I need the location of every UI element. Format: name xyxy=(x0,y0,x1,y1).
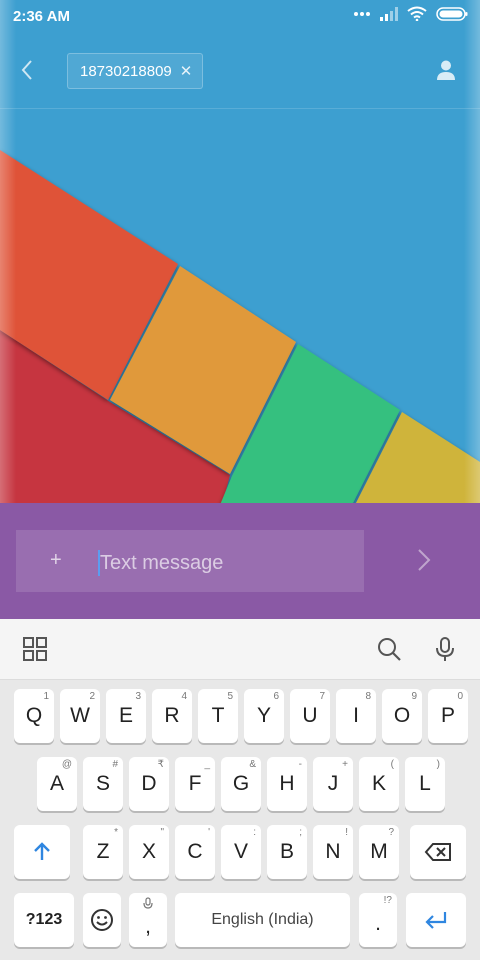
key-c[interactable]: ' C xyxy=(175,825,215,879)
keyboard-toolbar xyxy=(0,619,480,680)
key-x[interactable]: " X xyxy=(129,825,169,879)
keyboard: 1Q 2W 3E 4R 5T 6Y 7U 8I 9O 0P @ A # S ₹ D _… xyxy=(0,680,480,960)
more-dots-icon xyxy=(354,11,370,16)
key-u[interactable]: 7U xyxy=(290,689,330,743)
key-n[interactable]: ! N xyxy=(313,825,353,879)
key-b[interactable]: ; B xyxy=(267,825,307,879)
key-q[interactable]: 1Q xyxy=(14,689,54,743)
wifi-icon xyxy=(407,6,427,21)
back-button[interactable] xyxy=(14,56,42,84)
key-l[interactable]: ) L xyxy=(405,757,445,811)
key-s[interactable]: # S xyxy=(83,757,123,811)
signal-icon xyxy=(380,6,398,21)
key-m[interactable]: ? M xyxy=(359,825,399,879)
message-box: + xyxy=(16,530,364,592)
backspace-icon xyxy=(424,843,451,861)
backspace-key[interactable] xyxy=(410,825,466,879)
key-v[interactable]: :V xyxy=(221,825,261,879)
period-hint: !? xyxy=(383,895,392,906)
send-button[interactable] xyxy=(410,545,438,575)
key-j[interactable]: + J xyxy=(313,757,353,811)
space-bar[interactable]: English (India) xyxy=(175,893,350,947)
key-i[interactable]: 8I xyxy=(336,689,376,743)
key-a[interactable]: @ A xyxy=(37,757,77,811)
recipient-number: 18730218809 xyxy=(80,62,172,80)
period-label: . xyxy=(375,912,381,935)
key-z[interactable]: * Z xyxy=(83,825,123,879)
person-icon[interactable] xyxy=(434,58,458,82)
emoji-key[interactable] xyxy=(83,893,121,947)
key-f[interactable]: _ F xyxy=(175,757,215,811)
message-input[interactable] xyxy=(98,548,350,578)
key-d[interactable]: ₹ D xyxy=(129,757,169,811)
shift-arrow-icon xyxy=(34,842,50,860)
shift-key[interactable] xyxy=(14,825,70,879)
status-bar: 2:36 AM xyxy=(0,0,480,34)
key-g[interactable]: & G xyxy=(221,757,261,811)
search-icon[interactable] xyxy=(376,636,402,662)
status-time: 2:36 AM xyxy=(13,8,70,25)
close-icon[interactable]: ✕ xyxy=(180,62,193,80)
key-p[interactable]: 0P xyxy=(428,689,468,743)
key-y[interactable]: 6Y xyxy=(244,689,284,743)
key-h[interactable]: -H xyxy=(267,757,307,811)
attach-button[interactable]: + xyxy=(50,548,62,572)
comma-key[interactable]: , xyxy=(129,893,167,947)
status-icons xyxy=(353,6,468,21)
symbols-key[interactable]: ?123 xyxy=(14,893,74,947)
enter-key[interactable] xyxy=(406,893,466,947)
microphone-icon xyxy=(143,897,153,909)
key-t[interactable]: 5T xyxy=(198,689,238,743)
conversation-header: 18730218809 ✕ xyxy=(0,34,480,109)
enter-arrow-icon xyxy=(425,912,447,929)
key-o[interactable]: 9O xyxy=(382,689,422,743)
battery-icon xyxy=(436,6,468,21)
key-r[interactable]: 4R xyxy=(152,689,192,743)
recipient-chip[interactable]: 18730218809 ✕ xyxy=(67,53,204,89)
period-key[interactable]: !? . xyxy=(359,893,397,947)
compose-bar: + xyxy=(0,503,480,619)
comma-label: , xyxy=(145,915,151,938)
key-w[interactable]: 2W xyxy=(60,689,100,743)
smiley-icon xyxy=(91,909,113,931)
key-k[interactable]: (K xyxy=(359,757,399,811)
microphone-icon[interactable] xyxy=(432,636,458,662)
key-e[interactable]: 3E xyxy=(106,689,146,743)
grid-icon[interactable] xyxy=(22,636,48,662)
